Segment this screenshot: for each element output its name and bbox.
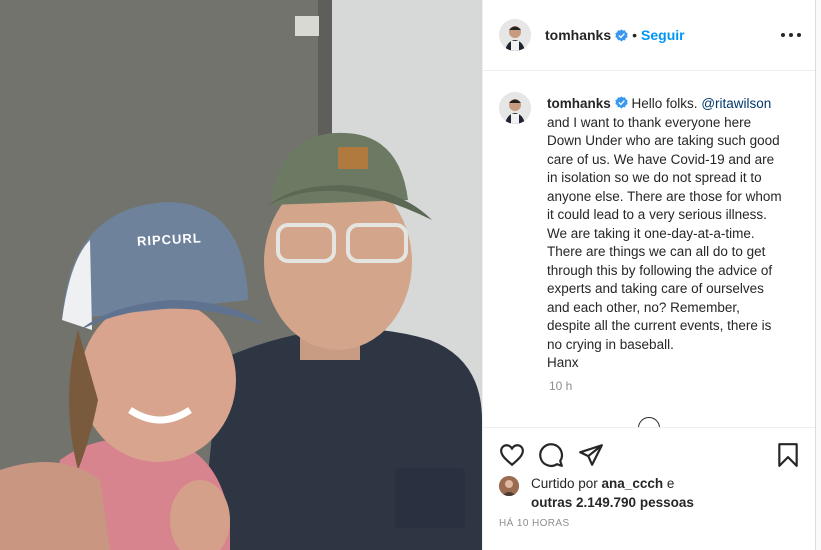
caption-avatar[interactable] [499, 92, 531, 124]
liked-by-others-link[interactable]: outras 2.149.790 pessoas [531, 495, 694, 510]
liked-by: Curtido por ana_ccch e outras 2.149.790 p… [499, 475, 731, 512]
heart-icon[interactable] [499, 442, 525, 468]
load-more-comments-icon[interactable] [638, 417, 660, 427]
avatar[interactable] [499, 19, 531, 51]
post-header: tomhanks • Seguir [483, 0, 815, 71]
follow-button[interactable]: Seguir [641, 27, 685, 43]
post-side-panel: tomhanks • Seguir tomhanks Hello folks. … [482, 0, 816, 550]
more-options-icon[interactable] [781, 27, 801, 43]
bookmark-icon[interactable] [775, 442, 801, 468]
post-photo-illustration [0, 0, 482, 550]
post-actions: Curtido por ana_ccch e outras 2.149.790 p… [483, 427, 815, 550]
post-username[interactable]: tomhanks [545, 27, 611, 43]
caption-text: tomhanks Hello folks. @ritawilson and I … [547, 95, 787, 373]
caption-mention-link[interactable]: @ritawilson [701, 96, 771, 111]
caption-username[interactable]: tomhanks [547, 96, 611, 111]
caption-time[interactable]: 10 h [549, 379, 572, 393]
caption: tomhanks Hello folks. @ritawilson and I … [499, 92, 787, 373]
post-photo[interactable]: RIPCURL [0, 0, 482, 550]
caption-body: and I want to thank everyone here Down U… [547, 114, 782, 371]
post-timestamp[interactable]: HÁ 10 HORAS [499, 518, 570, 529]
avatar-image [499, 19, 531, 51]
caption-body-start: Hello folks. [631, 96, 702, 111]
verified-badge-icon [615, 96, 628, 109]
liked-by-avatar[interactable] [499, 476, 519, 496]
caption-avatar-image [499, 92, 531, 124]
liked-by-conjunction: e [663, 476, 675, 491]
comment-icon[interactable] [538, 442, 564, 468]
paper-plane-icon[interactable] [578, 442, 604, 468]
comments-section: tomhanks Hello folks. @ritawilson and I … [483, 72, 815, 427]
liked-by-text: Curtido por ana_ccch e outras 2.149.790 p… [531, 475, 731, 512]
liked-by-user-link[interactable]: ana_ccch [602, 476, 664, 491]
header-separator: • [632, 27, 638, 43]
verified-badge-icon [615, 28, 628, 42]
liked-by-prefix: Curtido por [531, 476, 602, 491]
